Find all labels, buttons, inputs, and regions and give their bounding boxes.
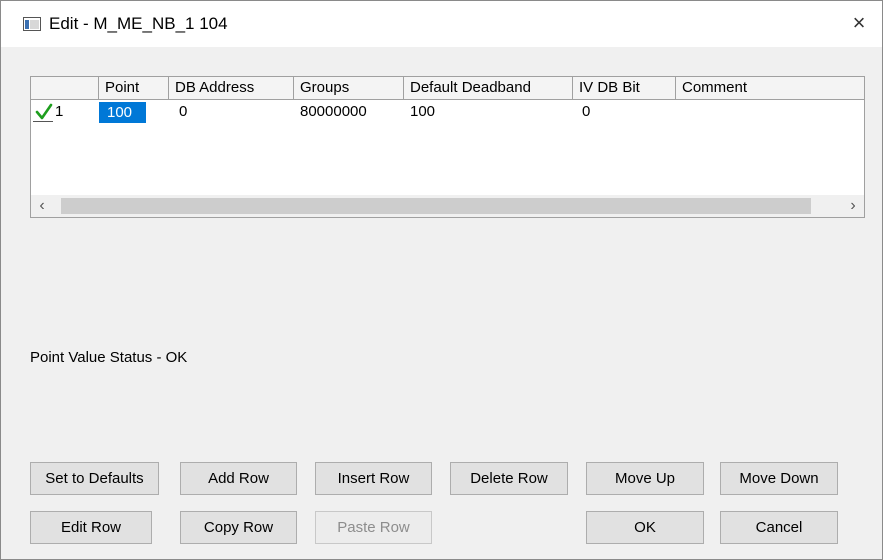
horizontal-scrollbar[interactable]: ‹ › xyxy=(31,195,864,217)
edit-dialog: Edit - M_ME_NB_1 104 × Point DB Address … xyxy=(0,0,883,560)
table-row[interactable]: 1 100 0 80000000 100 0 xyxy=(31,100,864,124)
column-header-comment[interactable]: Comment xyxy=(676,77,864,99)
points-grid[interactable]: Point DB Address Groups Default Deadband… xyxy=(30,76,865,218)
column-header-row[interactable] xyxy=(31,77,99,99)
window-icon xyxy=(23,17,41,31)
cell-comment[interactable] xyxy=(676,100,864,124)
delete-row-button[interactable]: Delete Row xyxy=(450,462,568,495)
cell-point[interactable]: 100 xyxy=(99,102,146,123)
cell-iv-db-bit[interactable]: 0 xyxy=(573,100,676,124)
scroll-left-arrow-icon[interactable]: ‹ xyxy=(31,195,53,217)
close-icon: × xyxy=(852,10,866,35)
scrollbar-thumb[interactable] xyxy=(61,198,811,214)
column-header-default-deadband[interactable]: Default Deadband xyxy=(404,77,573,99)
add-row-button[interactable]: Add Row xyxy=(180,462,297,495)
cancel-button[interactable]: Cancel xyxy=(720,511,838,544)
column-header-iv-db-bit[interactable]: IV DB Bit xyxy=(573,77,676,99)
move-down-button[interactable]: Move Down xyxy=(720,462,838,495)
edit-row-button[interactable]: Edit Row xyxy=(30,511,152,544)
point-value-status: Point Value Status - OK xyxy=(30,349,188,366)
cell-db-address[interactable]: 0 xyxy=(169,100,294,124)
insert-row-button[interactable]: Insert Row xyxy=(315,462,432,495)
scroll-right-arrow-icon[interactable]: › xyxy=(842,195,864,217)
paste-row-button: Paste Row xyxy=(315,511,432,544)
set-to-defaults-button[interactable]: Set to Defaults xyxy=(30,462,159,495)
close-button[interactable]: × xyxy=(836,1,882,47)
column-header-db-address[interactable]: DB Address xyxy=(169,77,294,99)
copy-row-button[interactable]: Copy Row xyxy=(180,511,297,544)
window-title: Edit - M_ME_NB_1 104 xyxy=(49,14,228,33)
move-up-button[interactable]: Move Up xyxy=(586,462,704,495)
grid-header: Point DB Address Groups Default Deadband… xyxy=(31,77,864,100)
column-header-point[interactable]: Point xyxy=(99,77,169,99)
ok-button[interactable]: OK xyxy=(586,511,704,544)
column-header-groups[interactable]: Groups xyxy=(294,77,404,99)
row-number: 1 xyxy=(55,103,64,120)
cell-default-deadband[interactable]: 100 xyxy=(404,100,573,124)
cell-groups[interactable]: 80000000 xyxy=(294,100,404,124)
title-bar: Edit - M_ME_NB_1 104 × xyxy=(1,1,882,47)
